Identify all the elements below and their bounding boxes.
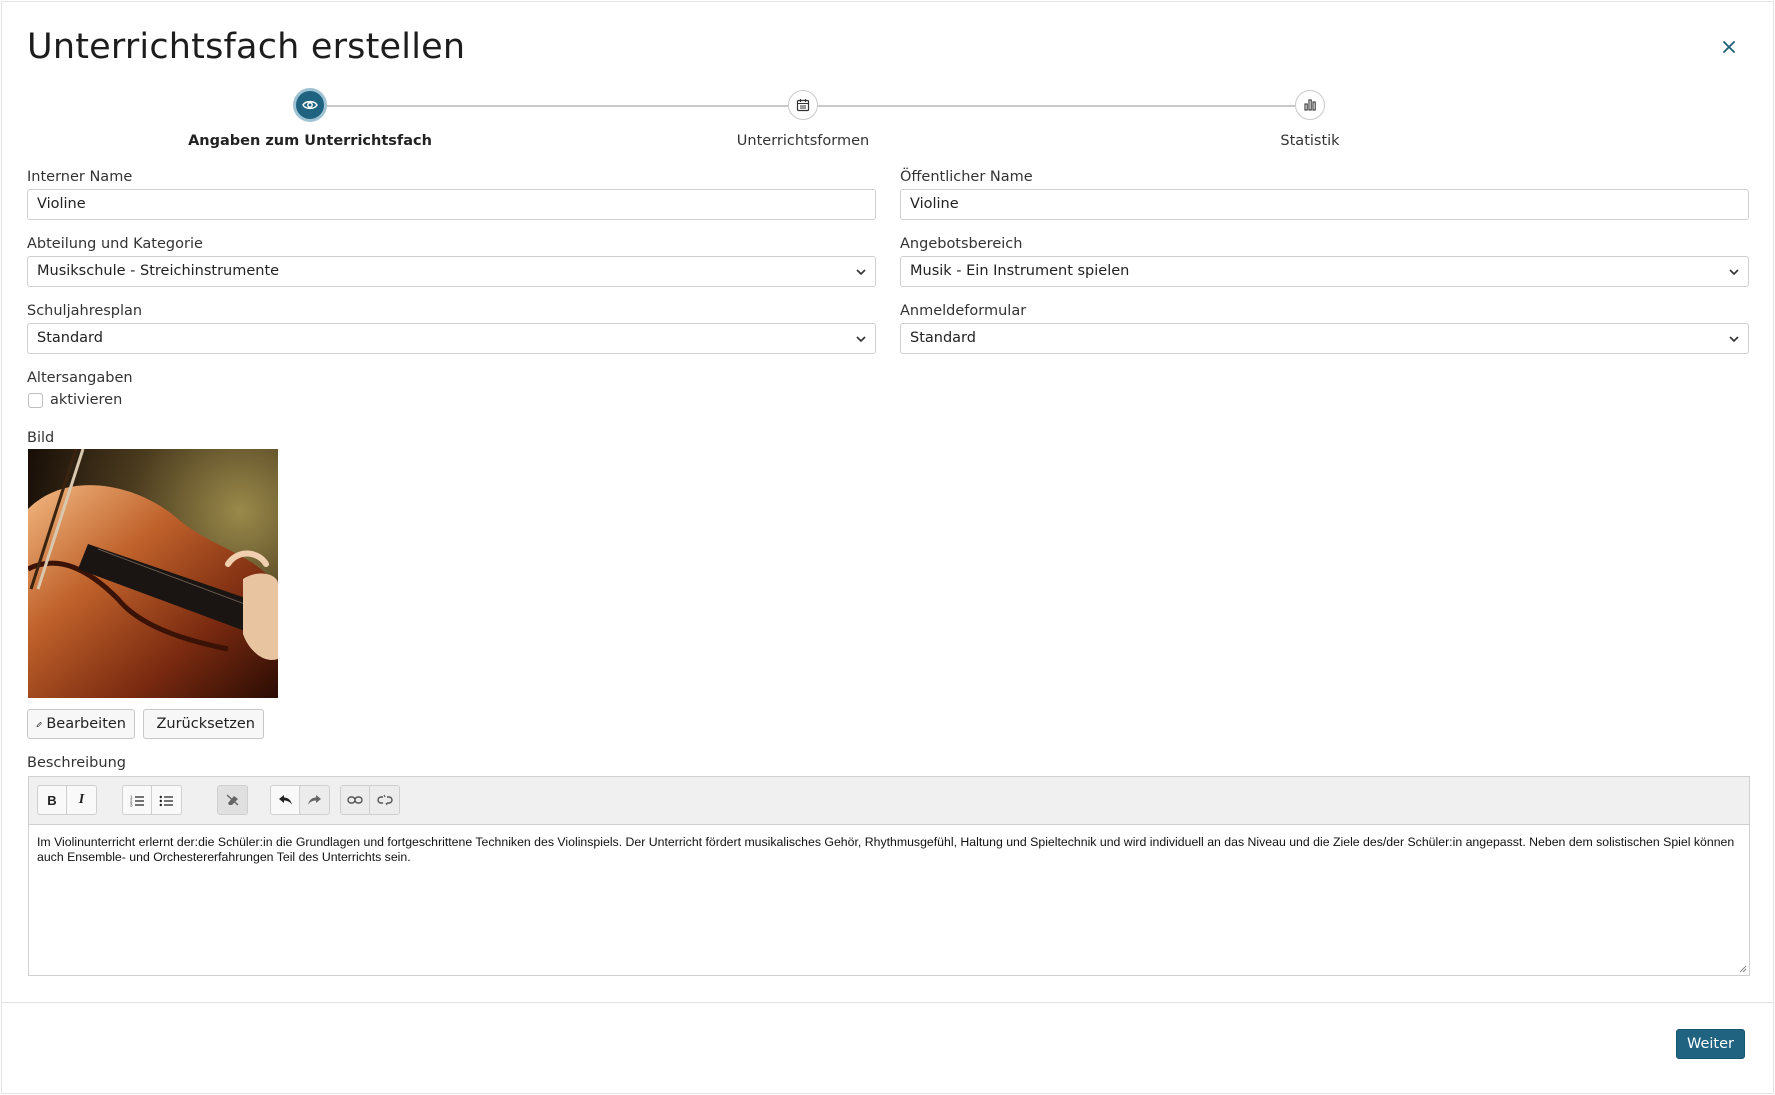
- svg-text:3: 3: [130, 802, 133, 807]
- eye-icon: [302, 100, 318, 110]
- department-group: Abteilung und Kategorie Musikschule - St…: [27, 234, 876, 287]
- school-year-plan-group: Schuljahresplan Standard: [27, 301, 876, 354]
- public-name-group: Öffentlicher Name Violine: [900, 167, 1749, 220]
- wizard-stepper: Angaben zum Unterrichtsfach Unterrichtsf…: [28, 88, 1750, 150]
- clear-format-group: [217, 785, 248, 815]
- remove-format-button[interactable]: [218, 786, 247, 814]
- chevron-down-icon: [1729, 336, 1739, 343]
- registration-form-select[interactable]: Standard: [900, 323, 1749, 354]
- bar-chart-icon: [1304, 99, 1316, 111]
- modal-footer: Weiter: [2, 1002, 1773, 1094]
- department-label: Abteilung und Kategorie: [27, 236, 203, 252]
- ordered-list-button[interactable]: 1 2 3: [123, 786, 152, 814]
- internal-name-group: Interner Name Violine: [27, 167, 876, 220]
- chevron-down-icon: [1729, 269, 1739, 276]
- image-label: Bild: [27, 430, 55, 446]
- offer-area-value: Musik - Ein Instrument spielen: [910, 263, 1130, 279]
- registration-form-value: Standard: [910, 330, 976, 346]
- edit-image-button[interactable]: Bearbeiten: [27, 709, 135, 739]
- link-group: [340, 785, 400, 815]
- italic-icon: I: [78, 792, 85, 807]
- violin-image: [28, 449, 278, 698]
- age-activate-label[interactable]: aktivieren: [50, 392, 122, 408]
- internal-name-input[interactable]: Violine: [27, 189, 876, 220]
- step-details[interactable]: Angaben zum Unterrichtsfach: [160, 88, 460, 149]
- redo-icon: [308, 795, 321, 805]
- age-activate-checkbox[interactable]: [28, 392, 43, 408]
- internal-name-label: Interner Name: [27, 169, 133, 185]
- description-textarea[interactable]: Im Violinunterricht erlernt der:die Schü…: [29, 825, 1749, 875]
- resize-grip-icon[interactable]: [1737, 963, 1747, 973]
- format-group: B I: [37, 785, 97, 815]
- undo-button[interactable]: [271, 786, 300, 814]
- step-label: Statistik: [1280, 133, 1340, 149]
- link-button[interactable]: [341, 786, 370, 814]
- age-label: Altersangaben: [27, 370, 133, 386]
- offer-area-group: Angebotsbereich Musik - Ein Instrument s…: [900, 234, 1749, 287]
- step-statistics[interactable]: Statistik: [1160, 90, 1460, 149]
- school-year-plan-select[interactable]: Standard: [27, 323, 876, 354]
- offer-area-label: Angebotsbereich: [900, 236, 1023, 252]
- modal-header: Unterrichtsfach erstellen: [27, 24, 1748, 70]
- age-activate-row: aktivieren: [28, 392, 122, 408]
- step-label: Angaben zum Unterrichtsfach: [188, 133, 432, 149]
- history-group: [270, 785, 330, 815]
- bullet-list-icon: [159, 795, 173, 806]
- department-select[interactable]: Musikschule - Streichinstrumente: [27, 256, 876, 287]
- school-year-plan-label: Schuljahresplan: [27, 303, 143, 319]
- step-lesson-forms[interactable]: Unterrichtsformen: [653, 90, 953, 149]
- close-icon: [1723, 41, 1735, 53]
- edit-image-label: Bearbeiten: [46, 716, 126, 732]
- description-label: Beschreibung: [27, 755, 126, 771]
- offer-area-select[interactable]: Musik - Ein Instrument spielen: [900, 256, 1749, 287]
- unlink-icon: [376, 794, 393, 806]
- ordered-list-icon: 1 2 3: [130, 794, 144, 807]
- reset-image-button[interactable]: Zurücksetzen: [143, 709, 264, 739]
- close-button[interactable]: [1716, 34, 1742, 60]
- eraser-icon: [226, 794, 239, 806]
- next-button[interactable]: Weiter: [1675, 1029, 1745, 1059]
- registration-form-group: Anmeldeformular Standard: [900, 301, 1749, 354]
- school-year-plan-value: Standard: [37, 330, 103, 346]
- reset-image-label: Zurücksetzen: [156, 716, 255, 732]
- redo-button[interactable]: [300, 786, 329, 814]
- unlink-button[interactable]: [370, 786, 399, 814]
- public-name-input[interactable]: Violine: [900, 189, 1749, 220]
- description-editor: B I 1 2 3 Im Violinunterricht erlernt de…: [28, 776, 1750, 976]
- modal-title: Unterrichtsfach erstellen: [27, 27, 466, 67]
- bullet-list-button[interactable]: [152, 786, 181, 814]
- registration-form-label: Anmeldeformular: [900, 303, 1027, 319]
- step-label: Unterrichtsformen: [736, 133, 870, 149]
- list-group: 1 2 3: [122, 785, 182, 815]
- bold-icon: B: [47, 792, 57, 808]
- pencil-icon: [36, 721, 42, 727]
- department-value: Musikschule - Streichinstrumente: [37, 263, 280, 279]
- chevron-down-icon: [856, 269, 866, 276]
- undo-icon: [278, 795, 292, 805]
- bold-button[interactable]: B: [38, 786, 67, 814]
- calendar-icon: [796, 99, 810, 112]
- editor-toolbar: B I 1 2 3: [29, 777, 1749, 825]
- italic-button[interactable]: I: [67, 786, 96, 814]
- subject-image: [28, 449, 278, 698]
- chevron-down-icon: [856, 336, 866, 343]
- create-subject-modal: Unterrichtsfach erstellen Angaben zum Un…: [1, 1, 1774, 1094]
- link-icon: [347, 796, 363, 804]
- public-name-label: Öffentlicher Name: [900, 169, 1033, 185]
